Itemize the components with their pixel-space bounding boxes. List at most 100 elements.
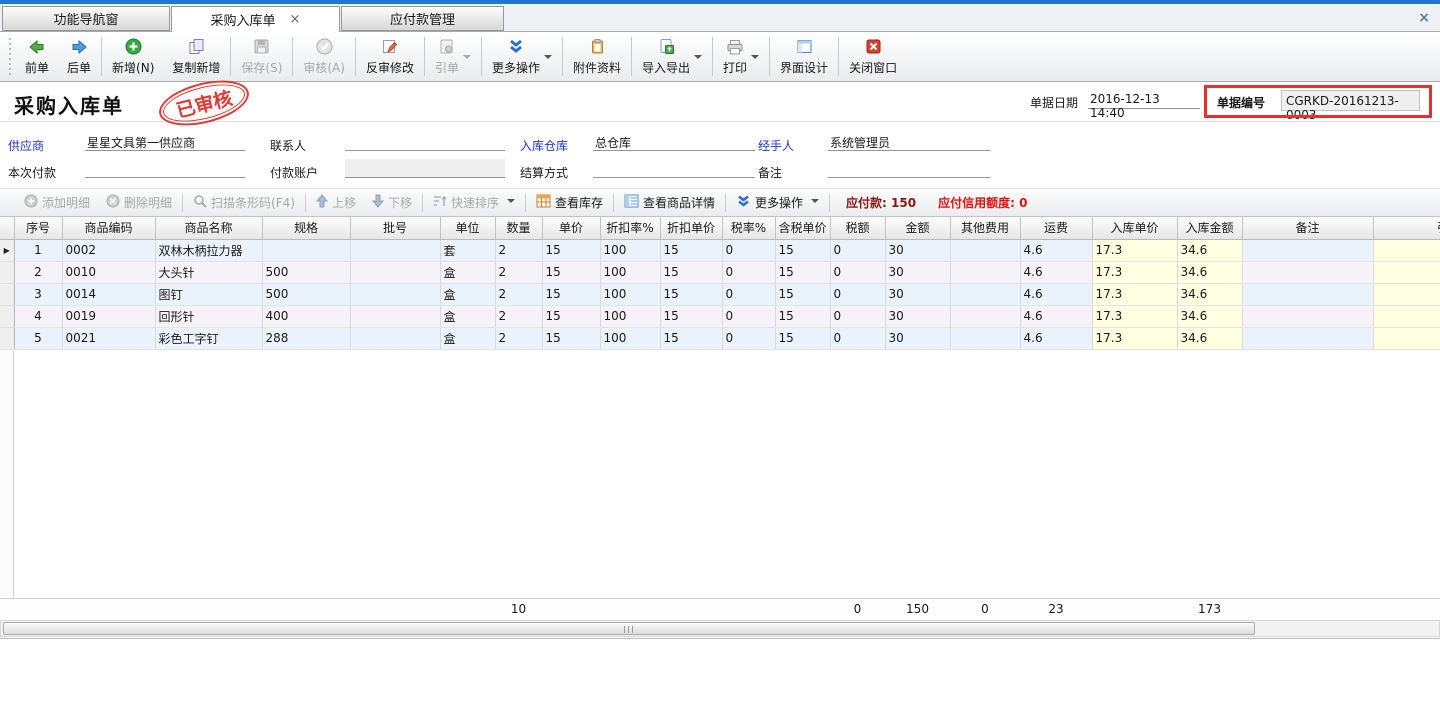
grid-cell[interactable]: 288 xyxy=(262,327,350,349)
column-header[interactable]: 入库单价 xyxy=(1092,217,1177,239)
grid-cell[interactable] xyxy=(1373,305,1440,327)
column-header[interactable]: 运费 xyxy=(1020,217,1092,239)
grid-cell[interactable]: 100 xyxy=(600,327,660,349)
grid-cell[interactable]: 100 xyxy=(600,239,660,261)
scrollbar-thumb[interactable] xyxy=(3,622,1255,635)
grid-cell[interactable]: 500 xyxy=(262,283,350,305)
grid-cell[interactable]: 15 xyxy=(775,261,830,283)
grid-cell[interactable]: 3 xyxy=(14,283,62,305)
grid-cell[interactable]: 盒 xyxy=(440,283,495,305)
grid-cell[interactable]: 0021 xyxy=(62,327,155,349)
grid-cell[interactable]: 30 xyxy=(885,261,950,283)
grid-cell[interactable]: 100 xyxy=(600,261,660,283)
more-operations-button[interactable]: 更多操作 xyxy=(483,32,561,81)
doc-date-field[interactable]: 2016-12-13 14:40 xyxy=(1088,90,1200,109)
tab-close-icon[interactable]: × xyxy=(290,12,301,27)
grid-cell[interactable]: 15 xyxy=(660,305,722,327)
grid-cell[interactable] xyxy=(350,305,440,327)
grid-cell[interactable] xyxy=(1242,283,1373,305)
grid-cell[interactable]: 34.6 xyxy=(1177,283,1242,305)
column-header[interactable]: 单位 xyxy=(440,217,495,239)
grid-cell[interactable]: 盒 xyxy=(440,261,495,283)
grid-cell[interactable] xyxy=(1373,261,1440,283)
grid-cell[interactable]: 盒 xyxy=(440,305,495,327)
grid-cell[interactable]: 17.3 xyxy=(1092,283,1177,305)
grid-cell[interactable] xyxy=(1242,239,1373,261)
delete-detail-button[interactable]: 删除明细 xyxy=(98,194,180,211)
grid-cell[interactable]: 15 xyxy=(660,283,722,305)
remark-field[interactable] xyxy=(828,159,990,178)
table-row[interactable]: 30014图钉500盒215100150150304.617.334.6 xyxy=(0,283,1440,305)
grid-cell[interactable] xyxy=(1373,283,1440,305)
unaudit-button[interactable]: 反审修改 xyxy=(357,32,423,81)
grid-cell[interactable] xyxy=(1373,239,1440,261)
grid-cell[interactable] xyxy=(950,283,1020,305)
save-button[interactable]: 保存(S) xyxy=(232,32,291,81)
window-close-icon[interactable]: × xyxy=(1418,10,1430,26)
grid-cell[interactable]: 15 xyxy=(542,327,600,349)
scan-barcode-button[interactable]: 扫描条形码(F4) xyxy=(185,194,303,211)
doc-no-field[interactable]: CGRKD-20161213-0003 xyxy=(1281,90,1420,111)
column-header[interactable]: 金额 xyxy=(885,217,950,239)
prev-order-button[interactable]: 前单 xyxy=(16,32,58,81)
grid-cell[interactable]: 1 xyxy=(14,239,62,261)
column-header[interactable]: 单价 xyxy=(542,217,600,239)
grid-cell[interactable] xyxy=(350,239,440,261)
table-row[interactable]: 20010大头针500盒215100150150304.617.334.6 xyxy=(0,261,1440,283)
grid-cell[interactable]: 套 xyxy=(440,239,495,261)
grid-cell[interactable]: 图钉 xyxy=(155,283,262,305)
grid-cell[interactable]: 0 xyxy=(830,239,885,261)
tab-nav-window[interactable]: 功能导航窗 xyxy=(2,6,170,31)
grid-cell[interactable]: 30 xyxy=(885,239,950,261)
grid-cell[interactable]: 4.6 xyxy=(1020,239,1092,261)
settle-method-field[interactable] xyxy=(593,159,755,178)
grid-cell[interactable]: 2 xyxy=(14,261,62,283)
grid-cell[interactable]: 4 xyxy=(14,305,62,327)
grid-cell[interactable]: 17.3 xyxy=(1092,261,1177,283)
import-export-button[interactable]: 导入导出 xyxy=(633,32,711,81)
grid-cell[interactable]: 4.6 xyxy=(1020,261,1092,283)
grid-cell[interactable]: 4.6 xyxy=(1020,327,1092,349)
grid-cell[interactable]: 500 xyxy=(262,261,350,283)
grid-cell[interactable]: 0 xyxy=(830,327,885,349)
current-row-marker[interactable]: ▶ xyxy=(0,239,14,261)
grid-cell[interactable] xyxy=(1373,327,1440,349)
next-order-button[interactable]: 后单 xyxy=(58,32,100,81)
column-header[interactable]: 批号 xyxy=(350,217,440,239)
grid-cell[interactable]: 大头针 xyxy=(155,261,262,283)
grid-cell[interactable]: 30 xyxy=(885,327,950,349)
pay-account-field[interactable] xyxy=(345,159,505,178)
grid-cell[interactable] xyxy=(950,305,1020,327)
ui-design-button[interactable]: 界面设计 xyxy=(771,32,837,81)
row-header[interactable] xyxy=(0,261,14,283)
grid-cell[interactable]: 15 xyxy=(775,305,830,327)
grid-cell[interactable]: 30 xyxy=(885,305,950,327)
toolbar-grip[interactable] xyxy=(7,38,13,75)
row-header[interactable] xyxy=(0,305,14,327)
grid-cell[interactable]: 2 xyxy=(495,327,542,349)
grid-cell[interactable]: 0 xyxy=(722,327,775,349)
grid-cell[interactable]: 0 xyxy=(722,305,775,327)
table-row[interactable]: 50021彩色工字钉288盒215100150150304.617.334.6 xyxy=(0,327,1440,349)
column-header[interactable]: 含税单价 xyxy=(775,217,830,239)
grid-cell[interactable]: 彩色工字钉 xyxy=(155,327,262,349)
grid-cell[interactable]: 400 xyxy=(262,305,350,327)
grid-cell[interactable]: 0 xyxy=(722,239,775,261)
move-down-button[interactable]: 下移 xyxy=(364,194,420,211)
grid-cell[interactable]: 15 xyxy=(542,283,600,305)
grid-cell[interactable]: 5 xyxy=(14,327,62,349)
grid-cell[interactable]: 0002 xyxy=(62,239,155,261)
grid-cell[interactable]: 回形针 xyxy=(155,305,262,327)
grid-cell[interactable]: 2 xyxy=(495,305,542,327)
grid-cell[interactable]: 15 xyxy=(542,239,600,261)
pull-order-button[interactable]: 引单 xyxy=(426,32,480,81)
row-header[interactable] xyxy=(0,283,14,305)
grid-cell[interactable] xyxy=(950,327,1020,349)
move-up-button[interactable]: 上移 xyxy=(308,194,364,211)
quick-sort-button[interactable]: 快速排序 xyxy=(425,194,523,211)
column-header[interactable]: 商品编码 xyxy=(62,217,155,239)
add-detail-button[interactable]: 添加明细 xyxy=(16,194,98,211)
grid-cell[interactable]: 100 xyxy=(600,305,660,327)
column-header[interactable]: 入库金额 xyxy=(1177,217,1242,239)
grid-cell[interactable]: 4.6 xyxy=(1020,305,1092,327)
